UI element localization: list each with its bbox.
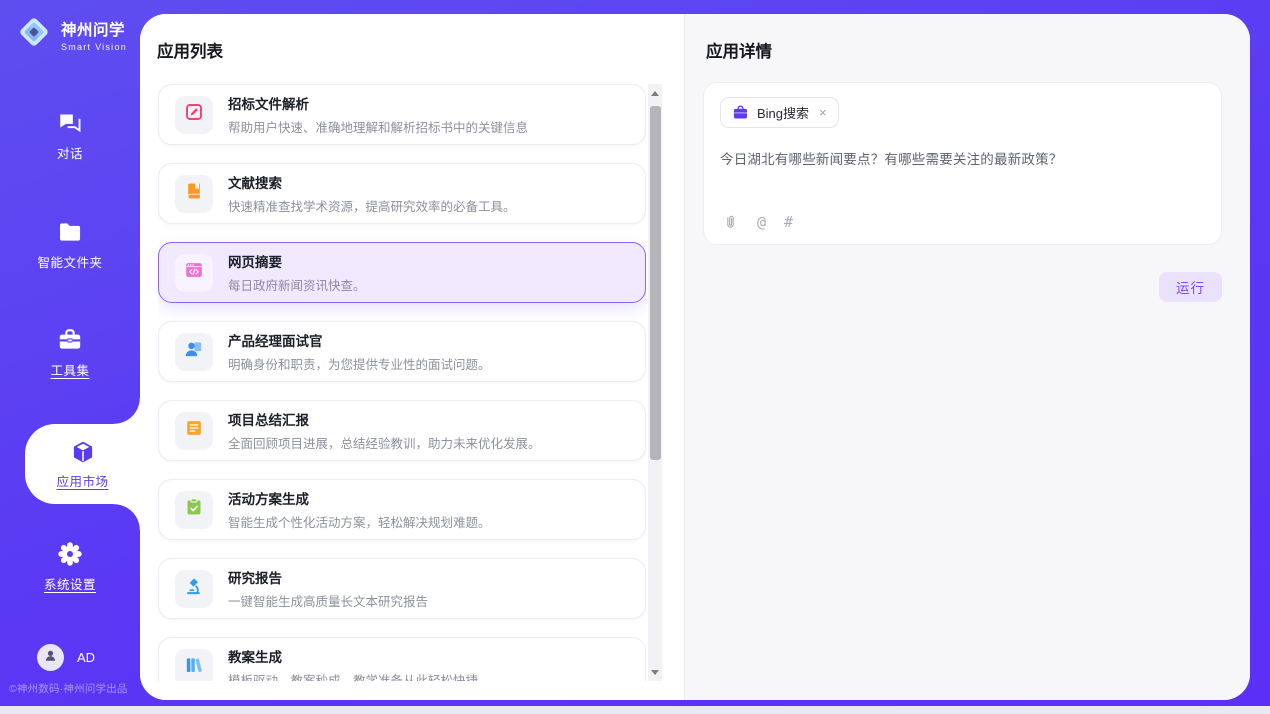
browser-code-icon bbox=[184, 260, 204, 285]
app-list-title: 应用列表 bbox=[157, 38, 223, 62]
sidebar-item-folder[interactable]: 智能文件夹 bbox=[0, 219, 140, 271]
scrollbar-thumb[interactable] bbox=[650, 106, 661, 460]
app-card-desc: 明确身份和职责，为您提供专业性的面试问题。 bbox=[228, 354, 491, 373]
app-list-viewport: 招标文件解析 帮助用户快速、准确地理解和解析招标书中的关键信息 文献搜索 快速精… bbox=[158, 84, 646, 681]
app-card[interactable]: 网页摘要 每日政府新闻资讯快查。 bbox=[158, 242, 646, 303]
app-icon-tile bbox=[175, 570, 213, 608]
report-note-icon bbox=[184, 418, 204, 443]
gear-icon bbox=[57, 541, 83, 567]
app-card-title: 研究报告 bbox=[228, 567, 428, 587]
app-card-title: 项目总结汇报 bbox=[228, 409, 541, 429]
app-icon-tile bbox=[175, 96, 213, 134]
copyright-footer: ©神州数码·神州问学出品 bbox=[9, 681, 140, 696]
paperclip-icon[interactable] bbox=[722, 214, 739, 231]
sidebar-item-toolbox[interactable]: 工具集 bbox=[0, 327, 140, 379]
sidebar-item-gear[interactable]: 系统设置 bbox=[0, 541, 140, 593]
pen-square-icon bbox=[184, 102, 204, 127]
app-card[interactable]: 招标文件解析 帮助用户快速、准确地理解和解析招标书中的关键信息 bbox=[158, 84, 646, 145]
query-card: Bing搜索 × 今日湖北有哪些新闻要点？有哪些需要关注的最新政策？ @# bbox=[703, 82, 1222, 245]
app-detail-panel: 应用详情 Bing搜索 × 今日湖北有哪些新闻要点？有哪些需要关注的最新政策？ … bbox=[684, 14, 1250, 700]
sidebar-item-cube[interactable]: 应用市场 bbox=[25, 424, 140, 504]
app-icon-tile bbox=[175, 491, 213, 529]
sidebar-item-label: 智能文件夹 bbox=[37, 252, 102, 271]
app-card-desc: 一键智能生成高质量长文本研究报告 bbox=[228, 591, 428, 610]
app-card[interactable]: 产品经理面试官 明确身份和职责，为您提供专业性的面试问题。 bbox=[158, 321, 646, 382]
app-card-desc: 帮助用户快速、准确地理解和解析招标书中的关键信息 bbox=[228, 117, 528, 136]
sidebar-item-label: 应用市场 bbox=[56, 471, 108, 490]
book-icon bbox=[184, 181, 204, 206]
app-card-desc: 快速精准查找学术资源，提高研究效率的必备工具。 bbox=[228, 196, 516, 215]
hash-icon[interactable]: # bbox=[784, 215, 793, 230]
app-list-panel: 应用列表 招标文件解析 帮助用户快速、准确地理解和解析招标书中的关键信息 文献搜… bbox=[140, 14, 684, 700]
attach-row: @# bbox=[722, 214, 793, 231]
user-account[interactable]: AD bbox=[37, 644, 95, 671]
clipboard-check-icon bbox=[184, 497, 204, 522]
sidebar-item-label: 工具集 bbox=[50, 360, 89, 379]
mention-icon[interactable]: @ bbox=[757, 215, 766, 230]
briefcase-icon bbox=[732, 104, 749, 121]
cube-icon bbox=[70, 439, 96, 465]
folder-icon bbox=[57, 219, 83, 245]
app-card-title: 产品经理面试官 bbox=[228, 330, 491, 350]
microscope-icon bbox=[184, 576, 204, 601]
app-card-desc: 每日政府新闻资讯快查。 bbox=[228, 275, 366, 294]
app-card-desc: 智能生成个性化活动方案，轻松解决规划难题。 bbox=[228, 512, 491, 531]
app-card-title: 招标文件解析 bbox=[228, 93, 528, 113]
scrollbar[interactable] bbox=[648, 84, 662, 681]
app-icon-tile bbox=[175, 649, 213, 682]
run-button[interactable]: 运行 bbox=[1159, 272, 1222, 302]
tool-tag-label: Bing搜索 bbox=[757, 103, 809, 122]
tool-tag[interactable]: Bing搜索 × bbox=[720, 97, 839, 128]
close-icon[interactable]: × bbox=[819, 105, 827, 120]
sidebar-item-label: 系统设置 bbox=[44, 574, 96, 593]
scroll-up-arrow[interactable] bbox=[648, 86, 662, 100]
scroll-down-arrow[interactable] bbox=[648, 665, 662, 679]
user-name: AD bbox=[77, 650, 95, 665]
user-avatar-icon bbox=[43, 648, 58, 668]
app-card[interactable]: 活动方案生成 智能生成个性化活动方案，轻松解决规划难题。 bbox=[158, 479, 646, 540]
app-icon-tile bbox=[175, 412, 213, 450]
app-card[interactable]: 研究报告 一键智能生成高质量长文本研究报告 bbox=[158, 558, 646, 619]
sidebar-nav: 对话 智能文件夹 工具集 应用市场 系统设置 bbox=[0, 0, 140, 706]
sidebar: 神州问学 Smart Vision 对话 智能文件夹 工具集 应用市场 系统设置… bbox=[0, 0, 140, 706]
app-card-title: 文献搜索 bbox=[228, 172, 516, 192]
app-frame: 神州问学 Smart Vision 对话 智能文件夹 工具集 应用市场 系统设置… bbox=[0, 0, 1270, 706]
app-icon-tile bbox=[175, 254, 213, 292]
app-card-title: 网页摘要 bbox=[228, 251, 366, 271]
chat-icon bbox=[57, 110, 83, 136]
app-icon-tile bbox=[175, 175, 213, 213]
toolbox-icon bbox=[57, 327, 83, 353]
app-card[interactable]: 项目总结汇报 全面回顾项目进展，总结经验教训，助力未来优化发展。 bbox=[158, 400, 646, 461]
avatar bbox=[37, 644, 64, 671]
app-detail-title: 应用详情 bbox=[706, 38, 772, 62]
app-card-desc: 全面回顾项目进展，总结经验教训，助力未来优化发展。 bbox=[228, 433, 541, 452]
app-card-desc: 模板驱动，教案秒成，教学准备从此轻松快捷 bbox=[228, 670, 478, 681]
main-content: 应用列表 招标文件解析 帮助用户快速、准确地理解和解析招标书中的关键信息 文献搜… bbox=[140, 14, 1250, 700]
app-card[interactable]: 文献搜索 快速精准查找学术资源，提高研究效率的必备工具。 bbox=[158, 163, 646, 224]
sidebar-item-label: 对话 bbox=[57, 143, 83, 162]
app-card-title: 教案生成 bbox=[228, 646, 478, 666]
app-card-list: 招标文件解析 帮助用户快速、准确地理解和解析招标书中的关键信息 文献搜索 快速精… bbox=[158, 84, 646, 681]
books-icon bbox=[184, 655, 204, 680]
app-card[interactable]: 教案生成 模板驱动，教案秒成，教学准备从此轻松快捷 bbox=[158, 637, 646, 681]
query-text[interactable]: 今日湖北有哪些新闻要点？有哪些需要关注的最新政策？ bbox=[720, 150, 1205, 170]
interviewer-icon bbox=[184, 339, 204, 364]
app-icon-tile bbox=[175, 333, 213, 371]
sidebar-item-chat[interactable]: 对话 bbox=[0, 110, 140, 162]
app-card-title: 活动方案生成 bbox=[228, 488, 491, 508]
